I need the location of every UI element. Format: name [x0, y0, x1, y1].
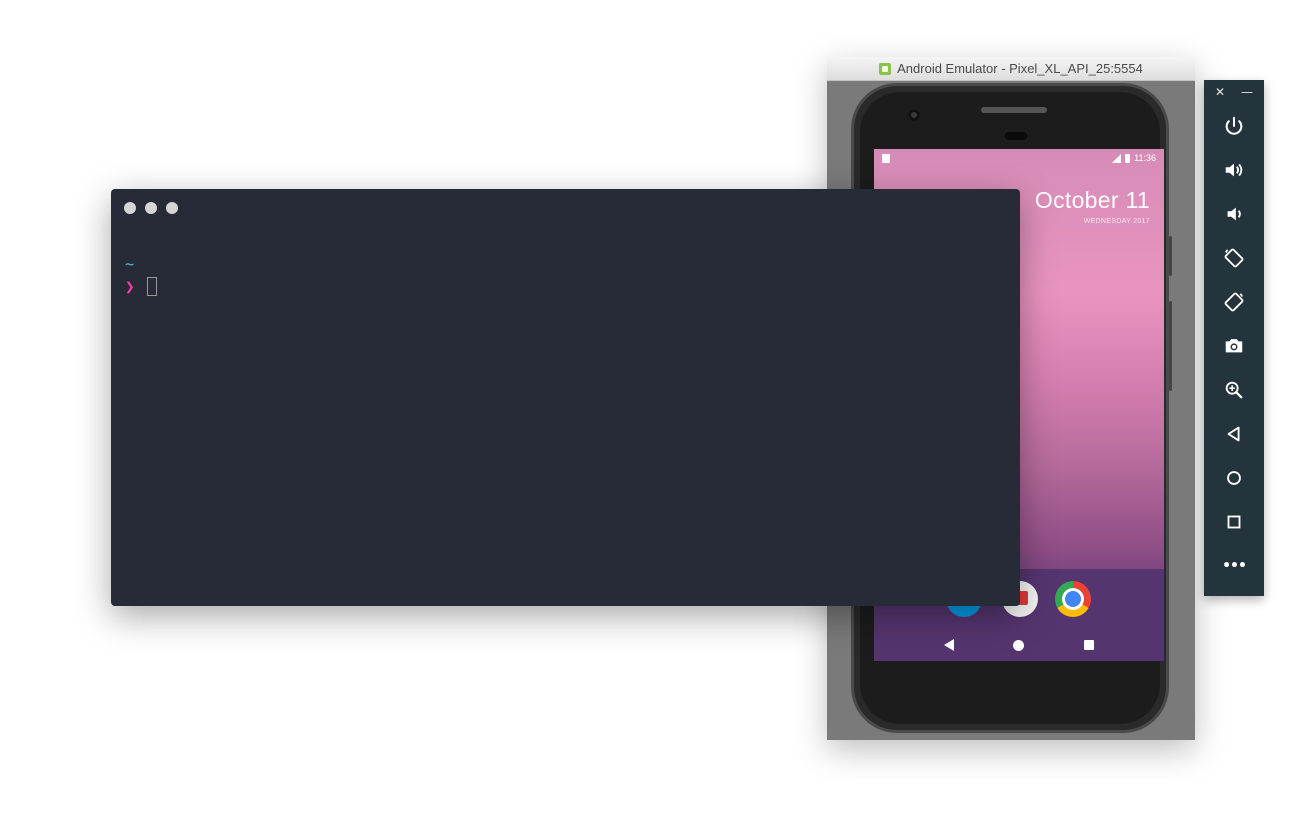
camera-icon — [1225, 339, 1243, 353]
terminal-window[interactable]: ~ ❯ — [111, 189, 1020, 606]
signal-icon — [1112, 153, 1122, 163]
phone-earpiece — [1005, 132, 1027, 140]
date-widget[interactable]: October 11 WEDNESDAY 2017 — [1035, 187, 1150, 225]
rotate-right-button[interactable] — [1204, 280, 1264, 324]
home-button[interactable] — [1204, 456, 1264, 500]
nav-home-icon[interactable] — [1013, 639, 1025, 651]
more-button[interactable]: ••• — [1204, 544, 1264, 588]
front-camera-icon — [908, 109, 920, 121]
minimize-window-dot[interactable] — [145, 202, 157, 214]
back-icon — [1227, 426, 1240, 442]
volume-down-icon — [1227, 207, 1241, 221]
terminal-cursor[interactable] — [147, 277, 157, 296]
window-controls — [124, 202, 178, 214]
maximize-window-dot[interactable] — [166, 202, 178, 214]
terminal-cwd: ~ — [125, 255, 135, 273]
phone-power-button — [1169, 236, 1172, 276]
close-icon[interactable]: ✕ — [1215, 85, 1225, 99]
emulator-titlebar[interactable]: Android Emulator - Pixel_XL_API_25:5554 — [827, 57, 1195, 81]
terminal-prompt: ❯ — [125, 277, 135, 296]
toolbar-window-controls: ✕ — — [1204, 80, 1264, 104]
battery-icon — [1125, 153, 1131, 163]
volume-up-button[interactable] — [1204, 148, 1264, 192]
home-icon — [1227, 471, 1241, 485]
nav-back-icon[interactable] — [943, 639, 954, 651]
more-icon: ••• — [1222, 558, 1247, 574]
chrome-app-icon[interactable] — [1055, 581, 1091, 617]
back-button[interactable] — [1204, 412, 1264, 456]
zoom-icon — [1225, 381, 1243, 399]
date-big: October 11 — [1034, 187, 1150, 213]
emulator-app-icon — [879, 62, 892, 75]
zoom-button[interactable] — [1204, 368, 1264, 412]
volume-up-icon — [1225, 163, 1243, 177]
rotate-left-button[interactable] — [1204, 236, 1264, 280]
overview-button[interactable] — [1204, 500, 1264, 544]
rotate-left-icon — [1224, 248, 1244, 268]
volume-down-button[interactable] — [1204, 192, 1264, 236]
power-icon — [1225, 116, 1243, 135]
nav-recents-icon[interactable] — [1084, 640, 1095, 650]
emulator-toolbar: ✕ — ••• — [1204, 80, 1264, 596]
phone-volume-button — [1169, 301, 1172, 391]
status-time: 11:36 — [1134, 153, 1156, 163]
minimize-icon[interactable]: — — [1241, 85, 1253, 99]
nav-bar — [874, 629, 1164, 661]
status-bar: 11:36 — [874, 149, 1164, 167]
sd-card-icon — [882, 153, 890, 163]
emulator-title: Android Emulator - Pixel_XL_API_25:5554 — [897, 61, 1143, 76]
rotate-right-icon — [1224, 292, 1244, 312]
date-small: WEDNESDAY 2017 — [1083, 218, 1150, 225]
screenshot-button[interactable] — [1204, 324, 1264, 368]
overview-icon — [1227, 515, 1241, 529]
phone-speaker — [981, 107, 1047, 113]
close-window-dot[interactable] — [124, 202, 136, 214]
power-button[interactable] — [1204, 104, 1264, 148]
